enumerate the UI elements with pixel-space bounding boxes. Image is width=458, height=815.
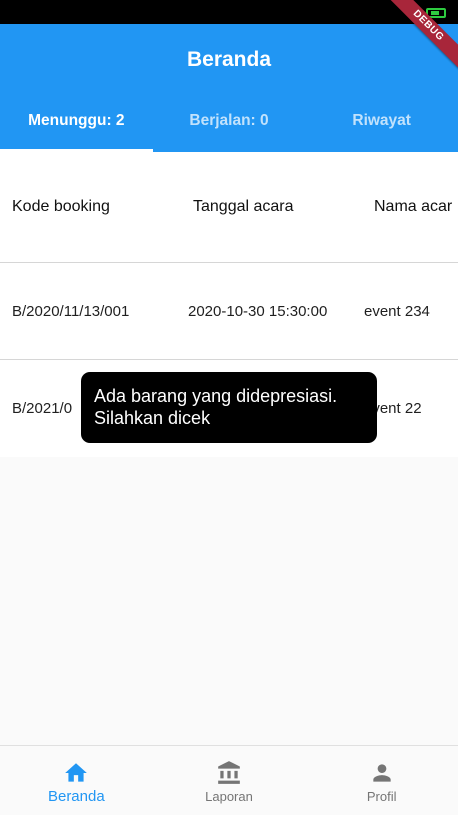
app-bar: Beranda Menunggu: 2 Berjalan: 0 Riwayat [0, 24, 458, 152]
cell-tanggal-acara: 2020-10-30 15:30:00 [188, 302, 328, 320]
nav-item-profil[interactable]: Profil [305, 746, 458, 815]
toast-line-2: Silahkan dicek [94, 407, 211, 428]
home-icon [65, 763, 88, 782]
nav-label: Profil [366, 789, 397, 804]
toast-message: Ada barang yang didepresiasi. Silahkan d… [81, 372, 377, 443]
cell-nama-acara: event 234 [364, 302, 430, 320]
nav-item-beranda[interactable]: Beranda [0, 746, 153, 815]
bottom-navigation: Beranda Laporan Profil [0, 745, 458, 815]
nav-label: Laporan [205, 789, 253, 804]
toast-line-1: Ada barang yang didepresiasi. [94, 386, 338, 406]
status-bar [0, 0, 458, 24]
nav-item-laporan[interactable]: Laporan [153, 746, 306, 815]
tab-label: Berjalan: 0 [189, 112, 269, 129]
column-header-kode-booking: Kode booking [12, 198, 110, 215]
tab-label: Riwayat [352, 112, 411, 129]
battery-icon [426, 8, 446, 18]
table-row[interactable]: B/2020/11/13/001 2020-10-30 15:30:00 eve… [0, 262, 458, 359]
table-header-row: Kode booking Tanggal acara Nama acar [0, 152, 458, 262]
tab-berjalan[interactable]: Berjalan: 0 [153, 96, 306, 152]
page-title: Beranda [186, 48, 272, 71]
column-header-tanggal-acara: Tanggal acara [193, 198, 294, 215]
cell-kode-booking: B/2020/11/13/001 [12, 302, 130, 320]
tab-menunggu[interactable]: Menunggu: 2 [0, 96, 153, 152]
tab-riwayat[interactable]: Riwayat [305, 96, 458, 152]
bank-icon [218, 761, 240, 784]
column-header-nama-acara: Nama acar [374, 198, 453, 215]
tab-bar: Menunggu: 2 Berjalan: 0 Riwayat [0, 96, 458, 152]
cell-kode-booking: B/2021/0 [12, 399, 73, 417]
nav-label: Beranda [47, 788, 105, 805]
person-icon [373, 764, 391, 782]
tab-label: Menunggu: 2 [28, 112, 125, 129]
